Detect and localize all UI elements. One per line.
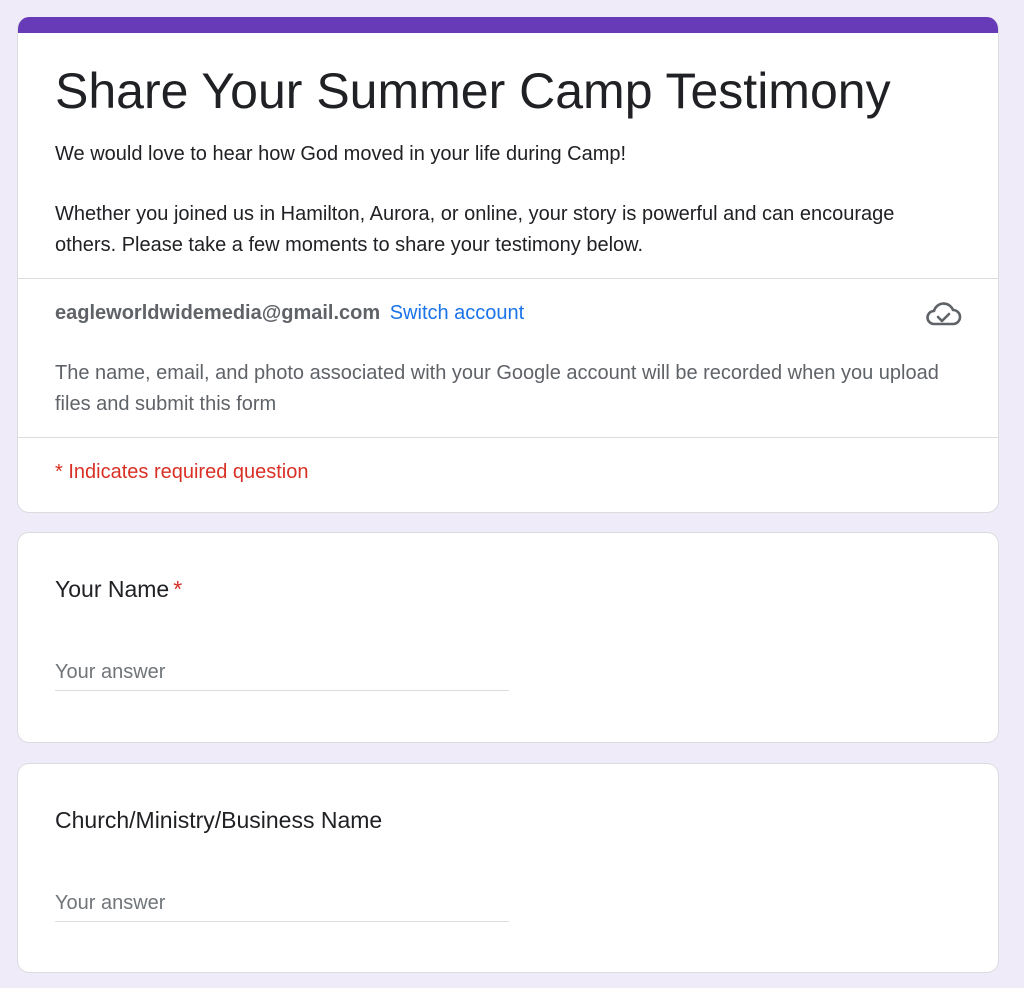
account-notice: The name, email, and photo associated wi… [55,362,939,415]
cloud-check-icon[interactable] [924,299,962,329]
question-label: Your Name [55,576,170,602]
question-card-your-name: Your Name * [17,532,999,743]
account-email: eagleworldwidemedia@gmail.com [55,302,381,324]
description-line-1: We would love to hear how God moved in y… [55,143,627,165]
account-row: eagleworldwidemedia@gmail.com Switch acc… [55,299,524,327]
required-asterisk: * [173,576,183,602]
divider [18,437,998,438]
question-label: Church/Ministry/Business Name [55,807,383,833]
form-title: Share Your Summer Camp Testimony [55,63,891,119]
form-description: We would love to hear how God moved in y… [55,139,955,261]
your-name-input[interactable] [55,655,509,691]
accent-bar [18,17,998,33]
question-title: Church/Ministry/Business Name [55,805,382,835]
form-header-card: Share Your Summer Camp Testimony We woul… [17,17,999,513]
required-note: * Indicates required question [55,461,309,483]
church-name-input[interactable] [55,886,509,922]
switch-account-link[interactable]: Switch account [390,302,525,324]
question-title: Your Name * [55,574,182,604]
divider [18,278,998,279]
question-card-church-name: Church/Ministry/Business Name [17,763,999,973]
description-line-2: Whether you joined us in Hamilton, Auror… [55,203,895,256]
